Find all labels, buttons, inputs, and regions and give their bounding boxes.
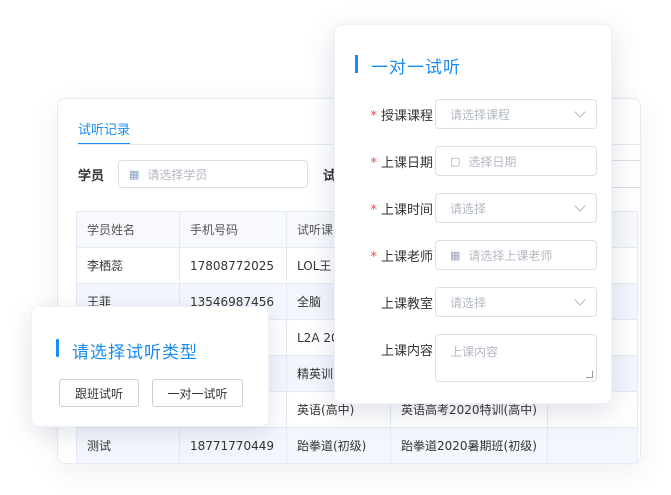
content-label: 上课内容 (381, 340, 433, 359)
time-label-text: 上课时间 (380, 203, 433, 218)
table-cell: 测试 (76, 427, 180, 463)
column-header: 学员姓名 (76, 211, 180, 248)
form-row-teacher: * 上课老师 ▦ 请选择上课老师 (335, 240, 613, 270)
form-row-course: * 授课课程 请选择课程 (335, 99, 613, 129)
chevron-down-icon (574, 294, 586, 306)
one-on-one-trial-form: 一对一试听 * 授课课程 请选择课程 * 上课日期 ▢ 选择日期 * 上课时间 请选择 (334, 24, 612, 404)
form-row-date: * 上课日期 ▢ 选择日期 (335, 146, 613, 176)
chevron-down-icon (574, 200, 586, 212)
form-row-time: * 上课时间 请选择 (335, 193, 613, 223)
content-textarea[interactable]: 上课内容 (435, 334, 597, 382)
resize-handle-icon[interactable] (586, 371, 593, 378)
stage: 试听记录 学员 ▦ 请选择学员 试 学员姓名 手机号码 试听课 间 李栖蕊 (0, 0, 671, 495)
grid-icon: ▦ (129, 167, 140, 181)
class-trial-button[interactable]: 跟班试听 (59, 379, 139, 407)
course-placeholder: 请选择课程 (450, 107, 511, 122)
tab-trial-records[interactable]: 试听记录 (78, 119, 130, 138)
table-cell (547, 427, 638, 463)
one-on-one-trial-button[interactable]: 一对一试听 (152, 379, 243, 407)
required-mark: * (370, 109, 377, 124)
form-title: 一对一试听 (371, 58, 461, 78)
trial-type-card: 请选择试听类型 跟班试听 一对一试听 (31, 306, 269, 427)
time-label: * 上课时间 (370, 199, 433, 218)
title-accent-bar (56, 339, 59, 357)
teacher-placeholder: 请选择上课老师 (468, 248, 553, 263)
course-select[interactable]: 请选择课程 (435, 99, 597, 129)
table-cell: 18771770449 (179, 427, 287, 463)
required-mark: * (370, 156, 377, 171)
form-row-content: 上课内容 上课内容 (335, 334, 613, 382)
content-placeholder: 上课内容 (450, 345, 499, 359)
required-mark: * (370, 250, 377, 265)
teacher-label-text: 上课老师 (380, 250, 433, 265)
classroom-placeholder: 请选择 (450, 295, 487, 310)
title-accent-bar (355, 55, 358, 73)
course-label-text: 授课课程 (380, 109, 433, 124)
student-filter-label: 学员 (78, 169, 105, 184)
table-cell: 跆拳道2020暑期班(初级) (390, 427, 548, 463)
classroom-label: 上课教室 (381, 293, 433, 312)
date-picker[interactable]: ▢ 选择日期 (435, 146, 597, 176)
trial-type-title: 请选择试听类型 (72, 343, 198, 363)
time-placeholder: 请选择 (450, 201, 487, 216)
column-header: 手机号码 (179, 211, 287, 248)
classroom-label-text: 上课教室 (380, 297, 433, 312)
date-label-text: 上课日期 (380, 156, 433, 171)
course-label: * 授课课程 (370, 105, 433, 124)
teacher-label: * 上课老师 (370, 246, 433, 265)
table-cell: 跆拳道(初级) (286, 427, 391, 463)
required-mark: * (370, 203, 377, 218)
classroom-select[interactable]: 请选择 (435, 287, 597, 317)
student-filter-placeholder: 请选择学员 (147, 167, 208, 182)
table-cell: 李栖蕊 (76, 247, 180, 284)
form-row-classroom: 上课教室 请选择 (335, 287, 613, 317)
calendar-icon: ▢ (450, 154, 461, 168)
grid-icon: ▦ (450, 248, 461, 262)
content-label-text: 上课内容 (380, 344, 433, 359)
date-placeholder: 选择日期 (468, 154, 517, 169)
teacher-picker[interactable]: ▦ 请选择上课老师 (435, 240, 597, 270)
table-cell: 17808772025 (179, 247, 287, 284)
date-label: * 上课日期 (370, 152, 433, 171)
time-select[interactable]: 请选择 (435, 193, 597, 223)
student-filter-input[interactable]: ▦ 请选择学员 (118, 160, 308, 188)
table-row[interactable]: 测试 18771770449 跆拳道(初级) 跆拳道2020暑期班(初级) (76, 427, 638, 463)
chevron-down-icon (574, 106, 586, 118)
